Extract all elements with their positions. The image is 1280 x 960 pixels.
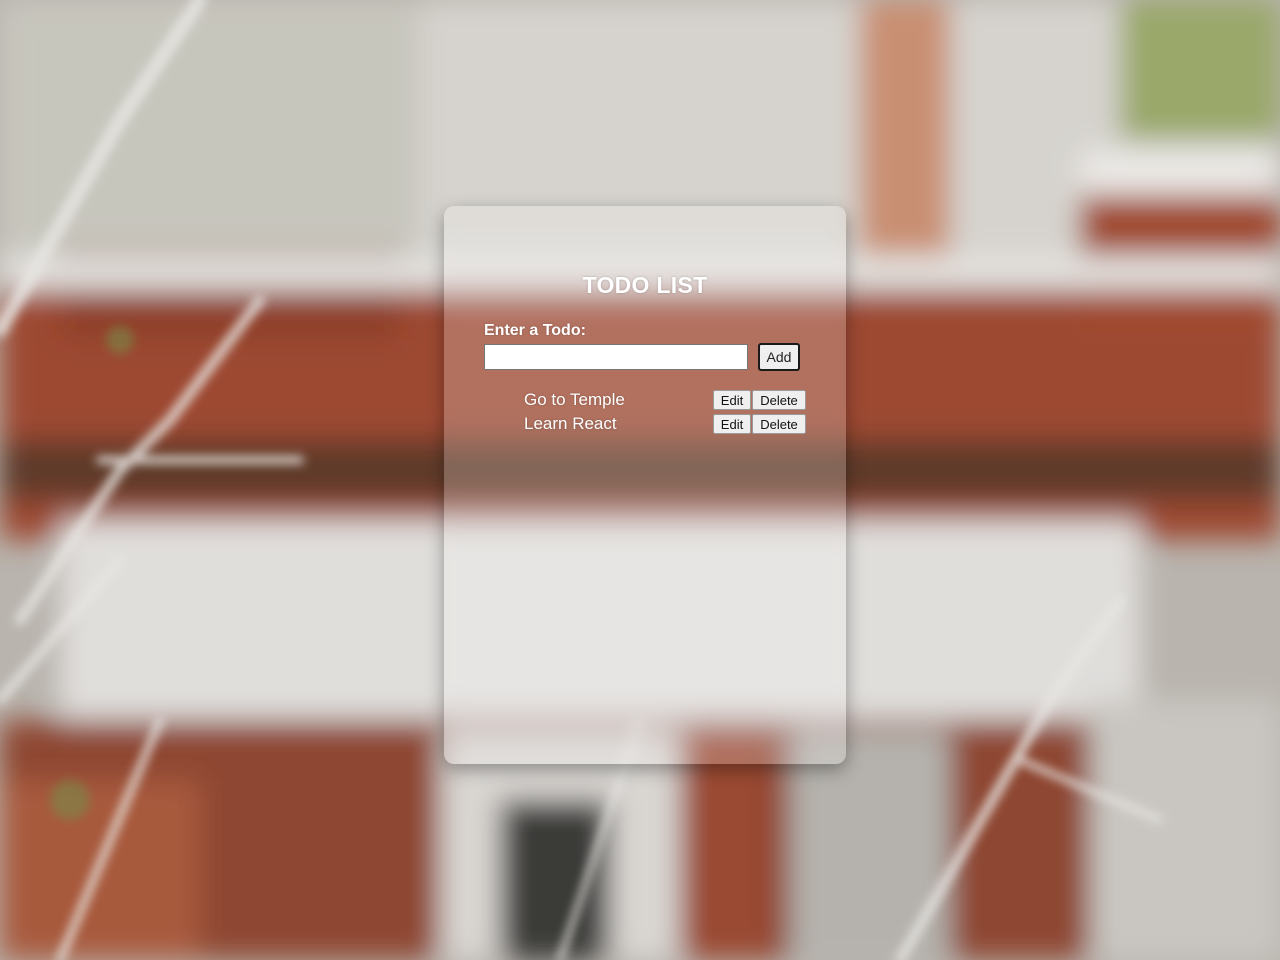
add-button[interactable]: Add: [758, 343, 800, 371]
edit-button[interactable]: Edit: [713, 390, 751, 410]
edit-button[interactable]: Edit: [713, 414, 751, 434]
todo-input-label: Enter a Todo:: [484, 322, 586, 339]
todo-item: Go to Temple Edit Delete: [524, 388, 806, 412]
todo-text: Go to Temple: [524, 390, 625, 409]
todo-input[interactable]: [484, 344, 748, 370]
todo-card: TODO LIST Enter a Todo: Add Go to Temple…: [444, 206, 846, 764]
delete-button[interactable]: Delete: [752, 390, 806, 410]
page-title: TODO LIST: [582, 272, 708, 298]
todo-list: Go to Temple Edit Delete Learn React Edi…: [524, 388, 806, 436]
delete-button[interactable]: Delete: [752, 414, 806, 434]
todo-item: Learn React Edit Delete: [524, 412, 806, 436]
todo-text: Learn React: [524, 414, 617, 433]
